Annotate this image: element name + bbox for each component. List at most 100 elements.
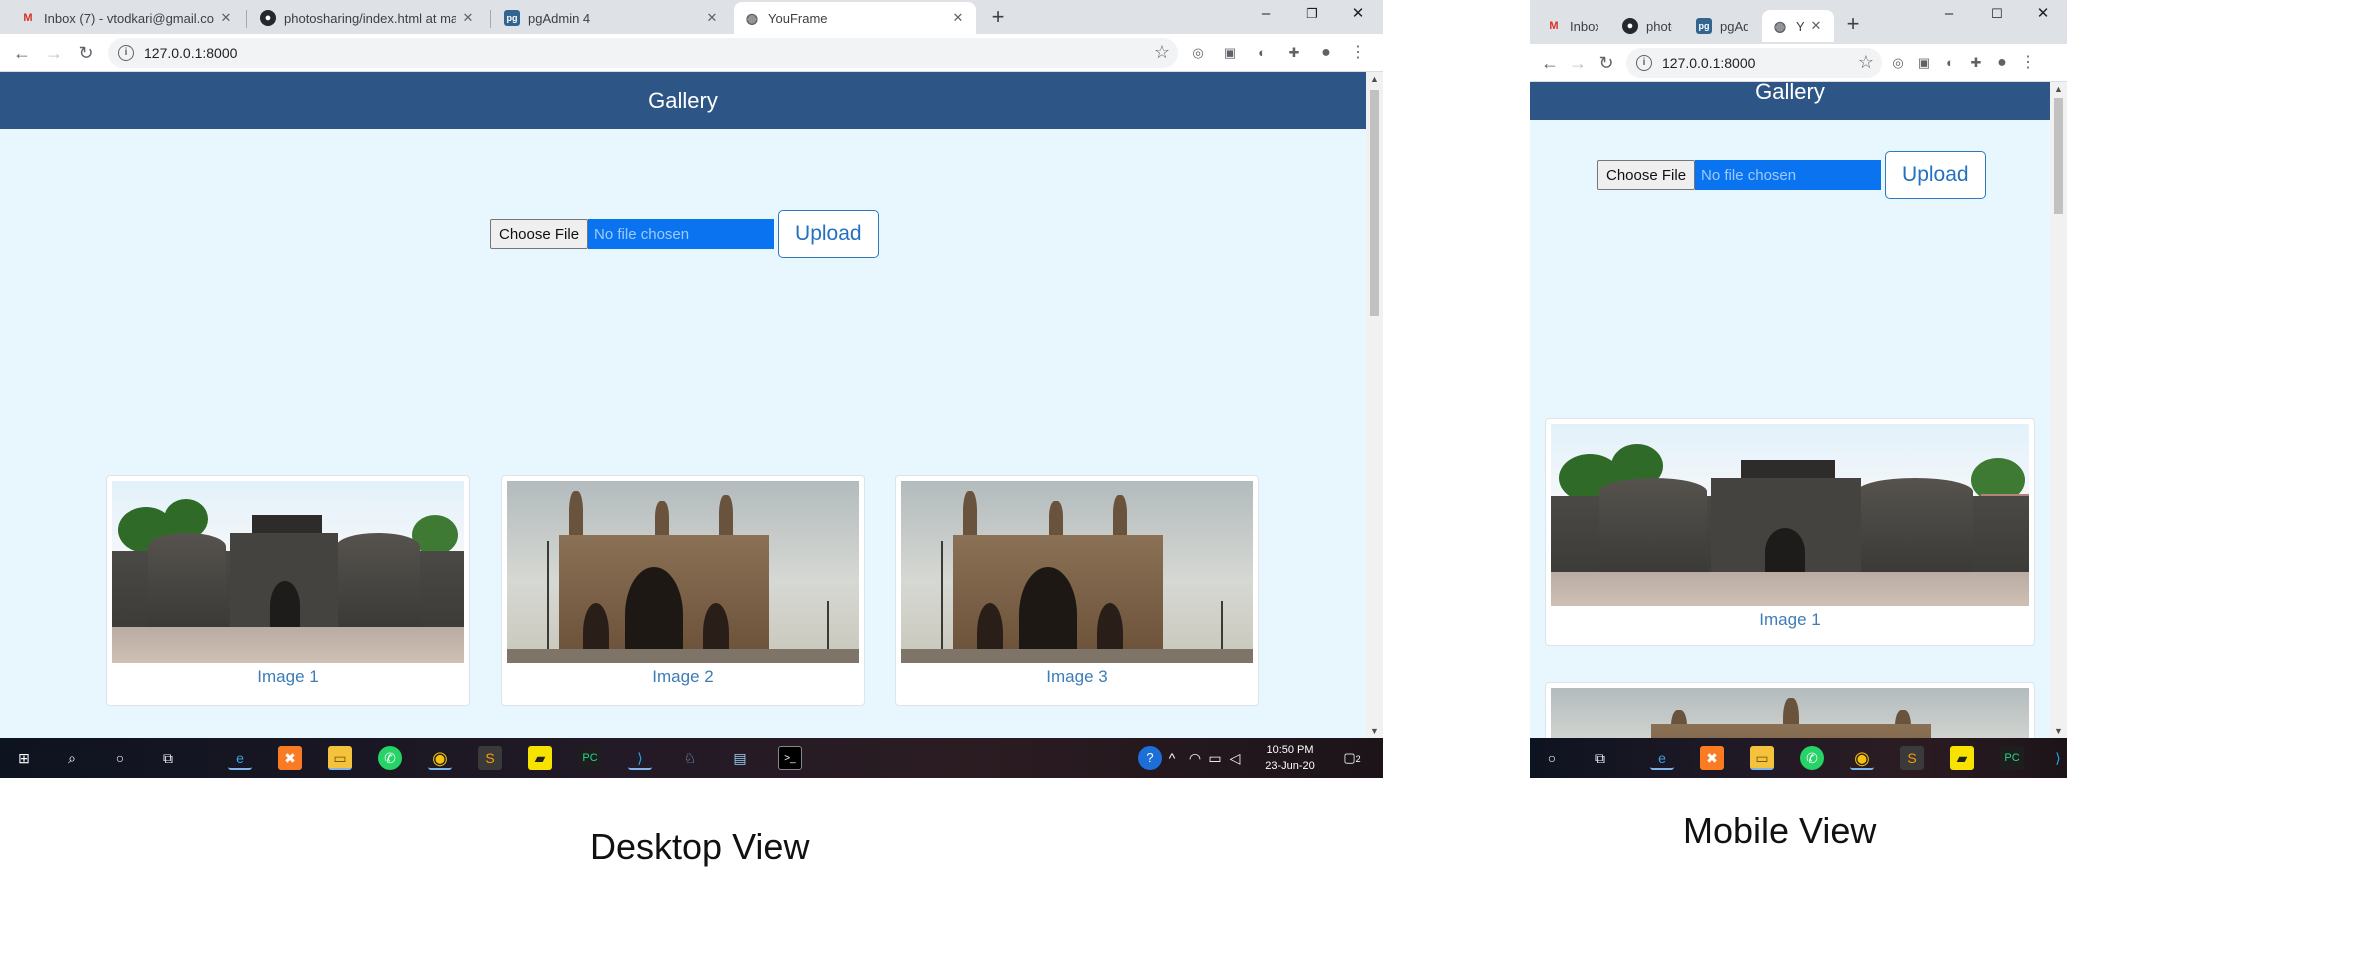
whatsapp-icon[interactable]: ✆ <box>378 746 402 770</box>
notepad-icon[interactable]: ▤ <box>728 746 752 770</box>
gallery-image-gateway[interactable] <box>507 481 859 663</box>
tab-github[interactable]: ● photosharing/index.html at master ✕ <box>250 2 486 34</box>
scroll-up-icon[interactable]: ▲ <box>2050 82 2067 96</box>
chrome-icon[interactable]: ◉ <box>1850 746 1874 770</box>
vscode-icon[interactable]: ⟩ <box>2046 746 2070 770</box>
gallery-card[interactable]: Image 2 <box>501 475 865 706</box>
reload-icon[interactable]: ↻ <box>72 39 100 67</box>
gallery-image-gateway[interactable] <box>1551 688 2029 738</box>
pycharm-icon[interactable]: PC <box>578 746 602 770</box>
dark-mode-icon[interactable]: ◐ <box>1940 53 1960 73</box>
terminal-icon[interactable]: >_ <box>778 746 802 770</box>
pycharm-icon[interactable]: PC <box>2000 746 2024 770</box>
extension-globe-icon[interactable]: ◎ <box>1888 53 1908 73</box>
sublime-text-icon[interactable]: S <box>478 746 502 770</box>
extensions-puzzle-icon[interactable]: ✚ <box>1284 43 1304 63</box>
tab-gmail[interactable]: M Inbox (7) - vtodkari@gmail.com ✕ <box>10 2 244 34</box>
maximize-button[interactable]: ☐ <box>1974 0 2020 30</box>
address-bar[interactable]: i 127.0.0.1:8000 ☆ <box>108 38 1178 68</box>
forward-icon[interactable]: → <box>1564 49 1592 77</box>
profile-icon[interactable]: ● <box>1316 43 1336 63</box>
gallery-image-fort[interactable] <box>112 481 464 663</box>
sticky-notes-icon[interactable]: ▰ <box>1950 746 1974 770</box>
scroll-down-icon[interactable]: ▼ <box>1366 724 1383 738</box>
file-explorer-icon[interactable]: ▭ <box>328 746 352 770</box>
extension-badge-icon[interactable]: ▣ <box>1914 53 1934 73</box>
wifi-icon[interactable]: ◠ <box>1186 746 1204 770</box>
close-icon[interactable]: ✕ <box>1808 18 1824 34</box>
image-caption[interactable]: Image 1 <box>107 667 469 687</box>
battery-icon[interactable]: ▭ <box>1206 746 1224 770</box>
reload-icon[interactable]: ↻ <box>1592 49 1620 77</box>
windows-start-icon[interactable]: ⊞ <box>12 746 36 770</box>
scrollbar-thumb[interactable] <box>2054 98 2063 214</box>
minimize-button[interactable]: – <box>1926 0 1972 30</box>
info-icon[interactable]: i <box>118 45 134 61</box>
volume-icon[interactable]: ◁ <box>1226 746 1244 770</box>
close-icon[interactable]: ✕ <box>704 10 720 26</box>
whatsapp-icon[interactable]: ✆ <box>1800 746 1824 770</box>
task-view-icon[interactable]: ⧉ <box>1588 746 1612 770</box>
search-icon[interactable]: ⌕ <box>60 746 84 770</box>
close-icon[interactable]: ✕ <box>460 10 476 26</box>
forward-icon[interactable]: → <box>40 39 68 67</box>
help-icon[interactable]: ? <box>1138 746 1162 770</box>
image-caption[interactable]: Image 3 <box>896 667 1258 687</box>
tab-youframe[interactable]: ◍ YouFrame ✕ <box>734 2 976 34</box>
xampp-icon[interactable]: ✖ <box>1700 746 1724 770</box>
edge-icon[interactable]: e <box>228 746 252 770</box>
tab-pgadmin[interactable]: pg pgAdmin 4 ✕ <box>494 2 730 34</box>
choose-file-button[interactable]: Choose File <box>490 219 589 249</box>
edge-icon[interactable]: e <box>1650 746 1674 770</box>
cortana-icon[interactable]: ○ <box>108 746 132 770</box>
upload-button[interactable]: Upload <box>778 210 879 258</box>
new-tab-button[interactable]: + <box>985 5 1011 31</box>
close-icon[interactable]: ✕ <box>950 10 966 26</box>
gallery-card[interactable] <box>1545 682 2035 738</box>
image-caption[interactable]: Image 1 <box>1546 610 2034 630</box>
choose-file-button[interactable]: Choose File <box>1597 160 1696 190</box>
vertical-scrollbar[interactable]: ▲ ▼ <box>1366 72 1383 738</box>
back-icon[interactable]: ← <box>1536 49 1564 77</box>
close-window-button[interactable]: ✕ <box>1335 0 1381 30</box>
tab-pgadmin[interactable]: pg pgAdr <box>1686 10 1758 42</box>
xampp-icon[interactable]: ✖ <box>278 746 302 770</box>
scroll-down-icon[interactable]: ▼ <box>2050 724 2067 738</box>
cortana-icon[interactable]: ○ <box>1540 746 1564 770</box>
info-icon[interactable]: i <box>1636 55 1652 71</box>
file-explorer-icon[interactable]: ▭ <box>1750 746 1774 770</box>
tray-expand-icon[interactable]: ^ <box>1164 746 1180 770</box>
gallery-card[interactable]: Image 1 <box>1545 418 2035 646</box>
scrollbar-thumb[interactable] <box>1370 90 1379 316</box>
menu-icon[interactable]: ⋮ <box>1348 43 1368 63</box>
gallery-card[interactable]: Image 3 <box>895 475 1259 706</box>
file-input[interactable]: Choose File No file chosen <box>490 219 775 249</box>
close-icon[interactable]: ✕ <box>218 10 234 26</box>
tab-github[interactable]: ● photo <box>1612 10 1682 42</box>
new-tab-button[interactable]: + <box>1840 12 1866 38</box>
dark-mode-icon[interactable]: ◐ <box>1252 43 1272 63</box>
upload-button[interactable]: Upload <box>1885 151 1986 199</box>
tab-gmail[interactable]: M Inbox <box>1536 10 1608 42</box>
notifications-icon[interactable]: ▢2 <box>1340 746 1364 770</box>
task-view-icon[interactable]: ⧉ <box>156 746 180 770</box>
sticky-notes-icon[interactable]: ▰ <box>528 746 552 770</box>
menu-icon[interactable]: ⋮ <box>2018 53 2038 73</box>
extensions-puzzle-icon[interactable]: ✚ <box>1966 53 1986 73</box>
clock[interactable]: 10:50 PM 23-Jun-20 <box>1250 742 1330 774</box>
sublime-text-icon[interactable]: S <box>1900 746 1924 770</box>
gallery-image-gateway[interactable] <box>901 481 1253 663</box>
image-caption[interactable]: Image 2 <box>502 667 864 687</box>
bookmark-star-icon[interactable]: ☆ <box>1154 42 1170 63</box>
vertical-scrollbar[interactable]: ▲ ▼ <box>2050 82 2067 738</box>
bookmark-star-icon[interactable]: ☆ <box>1858 52 1874 73</box>
chrome-icon[interactable]: ◉ <box>428 746 452 770</box>
vscode-icon[interactable]: ⟩ <box>628 746 652 770</box>
postgresql-icon[interactable]: ♘ <box>678 746 702 770</box>
scroll-up-icon[interactable]: ▲ <box>1366 72 1383 86</box>
extension-badge-icon[interactable]: ▣ <box>1220 43 1240 63</box>
profile-icon[interactable]: ● <box>1992 53 2012 73</box>
gallery-image-fort[interactable] <box>1551 424 2029 606</box>
gallery-card[interactable]: Image 1 <box>106 475 470 706</box>
close-window-button[interactable]: ✕ <box>2020 0 2066 30</box>
